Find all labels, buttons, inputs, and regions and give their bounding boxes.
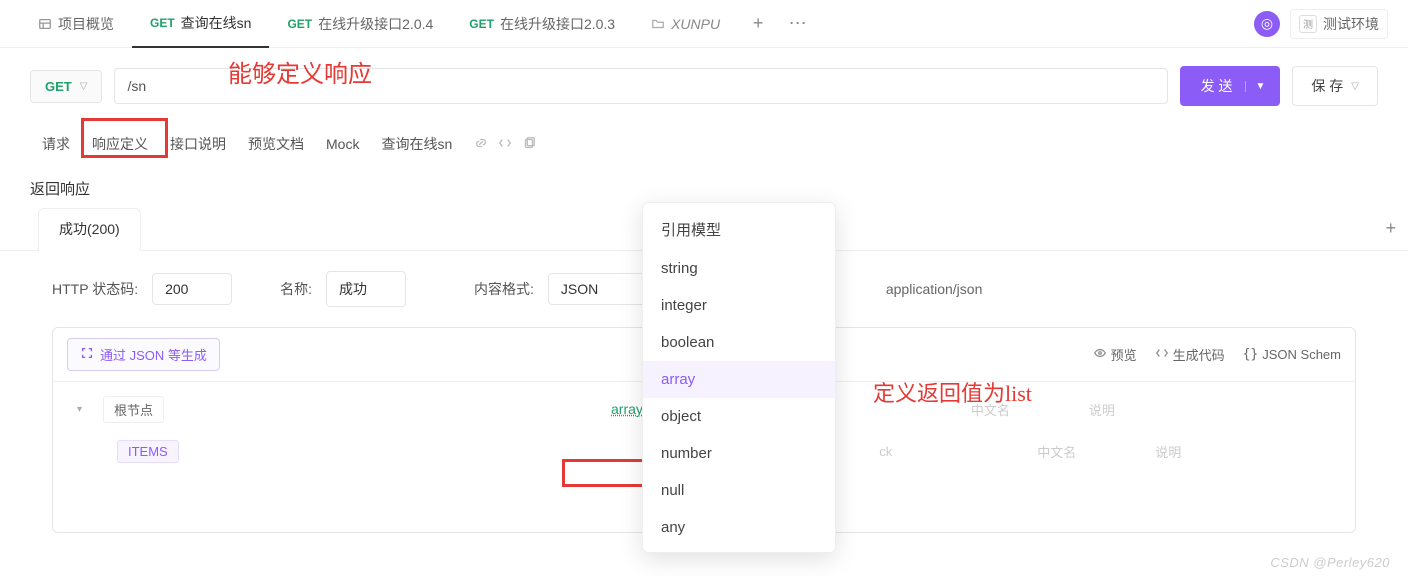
sub-tabs: 请求 响应定义 接口说明 预览文档 Mock 查询在线sn [0, 124, 1408, 164]
tab-overview-label: 项目概览 [58, 14, 114, 34]
braces-icon: {} [1243, 347, 1259, 362]
dropdown-opt-number[interactable]: number [643, 435, 835, 472]
tab-label: 在线升级接口2.0.4 [318, 14, 433, 34]
tab-query-sn[interactable]: GET 查询在线sn [132, 0, 269, 48]
subtab-name: 查询在线sn [381, 134, 452, 154]
sub-extras [474, 136, 536, 153]
root-name-chip: 根节点 [103, 396, 164, 423]
env-badge: 测 [1299, 15, 1317, 33]
json-schema-button[interactable]: {} JSON Schem [1243, 347, 1341, 362]
send-label: 发 送 [1201, 76, 1233, 96]
col-desc: 说明 [1089, 400, 1199, 419]
subtab-preview-doc[interactable]: 预览文档 [248, 134, 304, 154]
link-icon[interactable] [474, 136, 488, 153]
tab-method: GET [150, 16, 175, 30]
env-zone: ◎ 测 测试环境 [1254, 9, 1388, 39]
collapse-toggle-icon[interactable]: ▾ [77, 404, 91, 415]
copy-icon[interactable] [522, 136, 536, 153]
response-tab-success[interactable]: 成功(200) [38, 208, 141, 251]
col-chinese-name: 中文名 [971, 400, 1081, 419]
folder-icon [651, 17, 665, 31]
root-type-select[interactable]: array [611, 401, 643, 417]
env-select[interactable]: 测 测试环境 [1290, 9, 1388, 39]
tab-label: 在线升级接口2.0.3 [500, 14, 615, 34]
dropdown-opt-string[interactable]: string [643, 250, 835, 287]
url-input[interactable]: /sn [114, 68, 1167, 104]
tab-method: GET [287, 17, 312, 31]
col-ck: ck [879, 444, 989, 459]
tab-more[interactable]: ⋯ [778, 0, 818, 48]
compass-icon: ◎ [1261, 15, 1273, 32]
chevron-down-icon: ▽ [80, 81, 88, 92]
subtab-request[interactable]: 请求 [42, 134, 70, 154]
subtab-interface-desc[interactable]: 接口说明 [170, 134, 226, 154]
gen-btn-label: 通过 JSON 等生成 [100, 345, 207, 364]
eye-icon [1093, 346, 1107, 363]
preview-button[interactable]: 预览 [1093, 345, 1137, 364]
tab-folder-xunpu[interactable]: XUNPU [633, 0, 738, 48]
tab-label: 查询在线sn [181, 13, 252, 33]
dropdown-opt-object[interactable]: object [643, 398, 835, 435]
add-response-tab[interactable]: + [1385, 218, 1396, 239]
send-button[interactable]: 发 送 ▼ [1180, 66, 1281, 106]
dropdown-opt-array[interactable]: array [643, 361, 835, 398]
tab-add[interactable]: + [738, 0, 778, 48]
code-icon [1155, 346, 1169, 363]
method-value: GET [45, 79, 72, 94]
col-desc: 说明 [1155, 442, 1265, 461]
save-label: 保 存 [1311, 76, 1343, 96]
top-tabs: 项目概览 GET 查询在线sn GET 在线升级接口2.0.4 GET 在线升级… [0, 0, 1408, 48]
chevron-down-icon: ▽ [1351, 81, 1359, 92]
return-response-title: 返回响应 [0, 164, 1408, 207]
col-chinese-name: 中文名 [1037, 442, 1147, 461]
name-input[interactable]: 成功 [326, 271, 406, 307]
schema-actions: 预览 生成代码 {} JSON Schem [1093, 345, 1341, 364]
generate-code-button[interactable]: 生成代码 [1155, 345, 1225, 364]
url-value: /sn [127, 78, 146, 94]
status-code-input[interactable]: 200 [152, 273, 232, 305]
dropdown-opt-integer[interactable]: integer [643, 287, 835, 324]
env-label: 测试环境 [1323, 14, 1379, 34]
dropdown-opt-boolean[interactable]: boolean [643, 324, 835, 361]
content-format-label: 内容格式: [474, 279, 534, 299]
method-select[interactable]: GET ▽ [30, 70, 102, 103]
items-name-chip: ITEMS [117, 440, 179, 463]
dropdown-opt-ref-model[interactable]: 引用模型 [643, 209, 835, 250]
tab-method: GET [469, 17, 494, 31]
generate-from-json-button[interactable]: 通过 JSON 等生成 [67, 338, 220, 371]
scan-icon [80, 346, 94, 363]
code-icon[interactable] [498, 136, 512, 153]
watermark: CSDN @Perley620 [1270, 555, 1390, 570]
save-button[interactable]: 保 存 ▽ [1292, 66, 1378, 106]
tab-upgrade-203[interactable]: GET 在线升级接口2.0.3 [451, 0, 633, 48]
tab-folder-label: XUNPU [671, 16, 720, 32]
mime-value: application/json [886, 281, 983, 297]
subtab-response-def[interactable]: 响应定义 [92, 134, 148, 154]
type-dropdown: 引用模型 string integer boolean array object… [642, 202, 836, 553]
dropdown-opt-any[interactable]: any [643, 509, 835, 546]
tab-overview[interactable]: 项目概览 [20, 0, 132, 48]
tab-upgrade-204[interactable]: GET 在线升级接口2.0.4 [269, 0, 451, 48]
subtab-mock[interactable]: Mock [326, 136, 359, 152]
status-code-label: HTTP 状态码: [52, 279, 138, 299]
name-label: 名称: [280, 279, 312, 299]
compass-button[interactable]: ◎ [1254, 11, 1280, 37]
dropdown-opt-null[interactable]: null [643, 472, 835, 509]
chevron-down-icon[interactable]: ▼ [1245, 81, 1266, 92]
layout-icon [38, 17, 52, 31]
request-row: GET ▽ /sn 发 送 ▼ 保 存 ▽ 能够定义响应 [0, 48, 1408, 124]
